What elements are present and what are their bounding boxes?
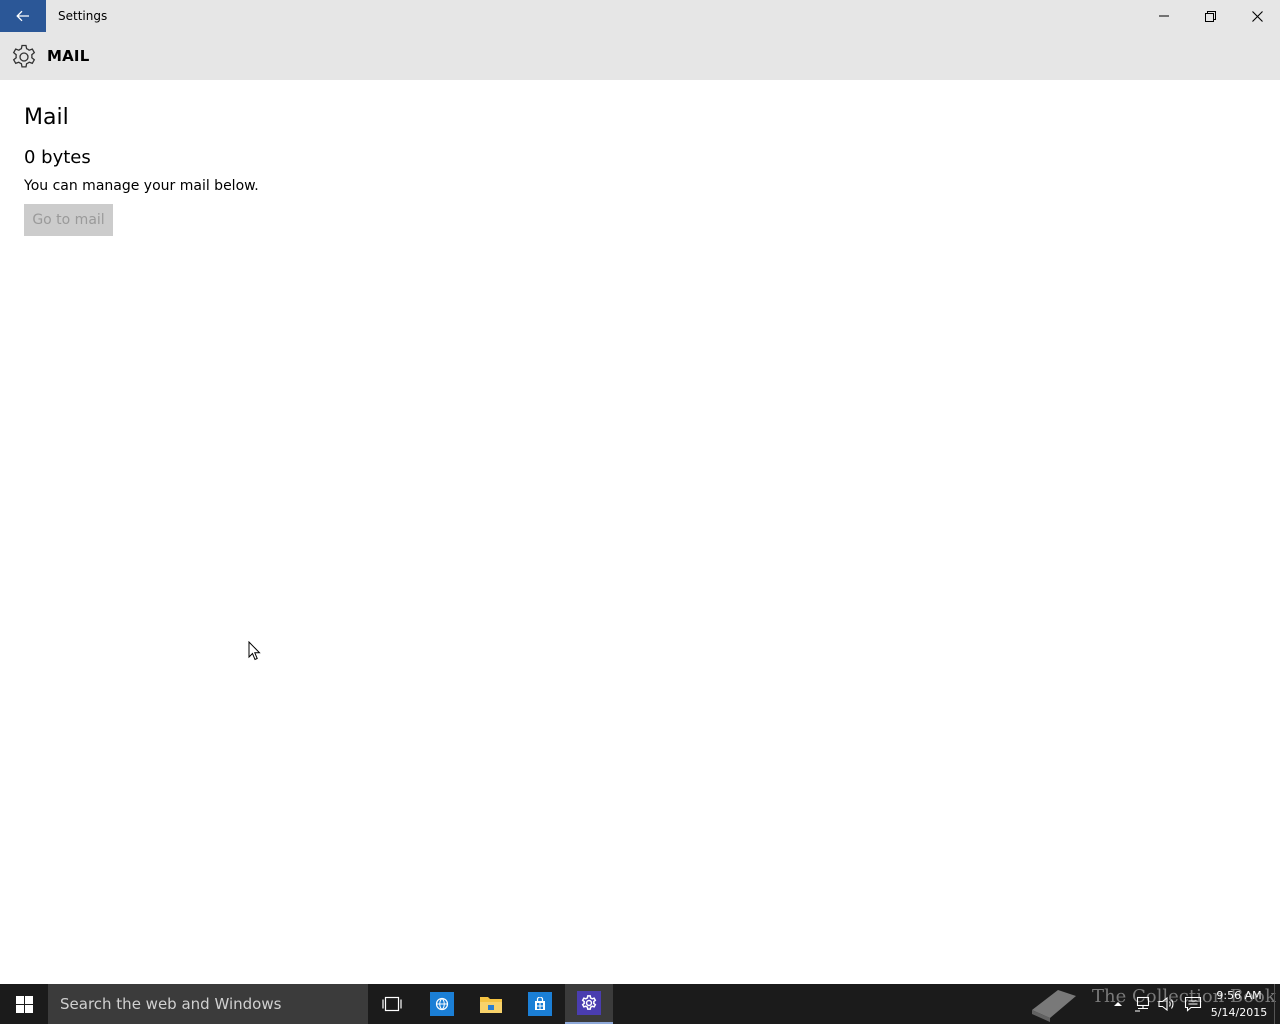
close-icon	[1251, 10, 1263, 22]
taskbar-app-file-explorer[interactable]	[467, 984, 515, 1024]
clock-date: 5/14/2015	[1210, 1006, 1268, 1019]
page-title: MAIL	[47, 47, 90, 65]
minimize-icon	[1159, 15, 1169, 17]
search-placeholder: Search the web and Windows	[60, 995, 282, 1013]
store-icon	[528, 992, 552, 1016]
message-icon	[1184, 996, 1202, 1012]
section-title: Mail	[24, 105, 69, 130]
restore-button[interactable]	[1187, 0, 1233, 32]
taskbar-app-store[interactable]	[516, 984, 564, 1024]
clock-time: 9:56 AM	[1216, 989, 1262, 1002]
go-to-mail-button[interactable]: Go to mail	[24, 204, 113, 236]
show-hidden-icons-button[interactable]	[1108, 994, 1128, 1014]
network-button[interactable]	[1133, 994, 1153, 1014]
mail-settings-panel: Mail 0 bytes You can manage your mail be…	[24, 100, 259, 236]
taskbar-search-box[interactable]: Search the web and Windows	[48, 984, 368, 1024]
restore-icon	[1204, 10, 1216, 22]
close-button[interactable]	[1234, 0, 1280, 32]
arrow-left-icon	[16, 10, 29, 22]
back-button[interactable]	[0, 0, 46, 32]
taskbar-app-settings[interactable]	[565, 984, 613, 1024]
speaker-icon	[1158, 996, 1174, 1012]
taskbar-app-internet-explorer[interactable]	[418, 984, 466, 1024]
settings-icon	[577, 991, 601, 1015]
volume-button[interactable]	[1157, 994, 1177, 1014]
chevron-up-icon	[1114, 1002, 1122, 1006]
task-view-button[interactable]	[368, 984, 416, 1024]
task-view-icon	[382, 996, 402, 1012]
system-clock[interactable]: 9:56 AM 5/14/2015	[1208, 987, 1270, 1021]
file-explorer-icon	[480, 997, 502, 1013]
taskbar: Search the web and Windows The Collectio…	[0, 984, 1280, 1024]
windows-logo-icon	[15, 995, 33, 1013]
internet-explorer-icon	[430, 992, 454, 1016]
network-icon	[1135, 996, 1150, 1012]
book-icon	[1032, 990, 1076, 1022]
storage-size-value: 0 bytes	[24, 147, 91, 168]
title-bar: Settings	[0, 0, 1280, 32]
page-header: MAIL	[0, 32, 1280, 80]
action-center-button[interactable]	[1183, 994, 1203, 1014]
gear-icon	[12, 44, 36, 68]
minimize-button[interactable]	[1141, 0, 1187, 32]
show-desktop-button[interactable]	[1274, 984, 1280, 1024]
mouse-cursor-icon	[248, 641, 261, 661]
window-title: Settings	[58, 9, 108, 23]
section-description: You can manage your mail below.	[24, 178, 259, 194]
start-button[interactable]	[0, 984, 48, 1024]
